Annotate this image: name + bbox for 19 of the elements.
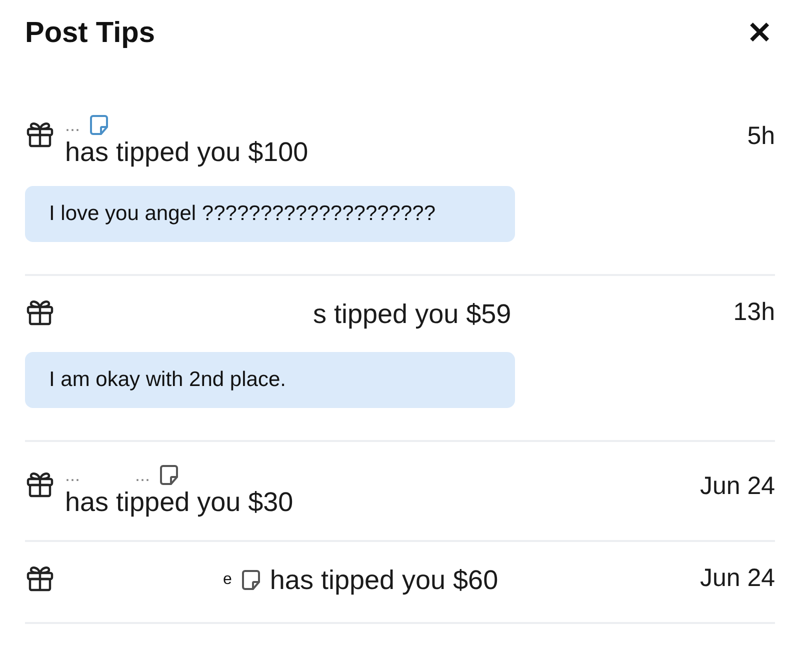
name-fragment: ... ... (65, 465, 150, 486)
gift-icon (25, 298, 55, 326)
message-bubble: I am okay with 2nd place. (25, 352, 515, 408)
tip-time: 13h (733, 297, 775, 327)
name-fragment: e (223, 571, 232, 589)
message-bubble: I love you angel ???????????????????? (25, 186, 515, 242)
name-fragment: ... (65, 115, 80, 136)
tip-text: has tipped you $100 (65, 137, 308, 167)
close-button[interactable]: ✕ (747, 15, 772, 51)
gift-icon (25, 564, 55, 592)
tip-text: has tipped you $60 (270, 564, 498, 596)
dialog-title: Post Tips (25, 16, 155, 50)
tip-text: s tipped you $59 (313, 298, 512, 330)
tip-text: has tipped you $30 (65, 487, 294, 517)
gift-icon (25, 120, 55, 148)
tip-time: Jun 24 (700, 563, 775, 593)
tip-time: Jun 24 (700, 471, 775, 501)
gift-icon (25, 470, 55, 498)
tip-time: 5h (747, 121, 775, 151)
